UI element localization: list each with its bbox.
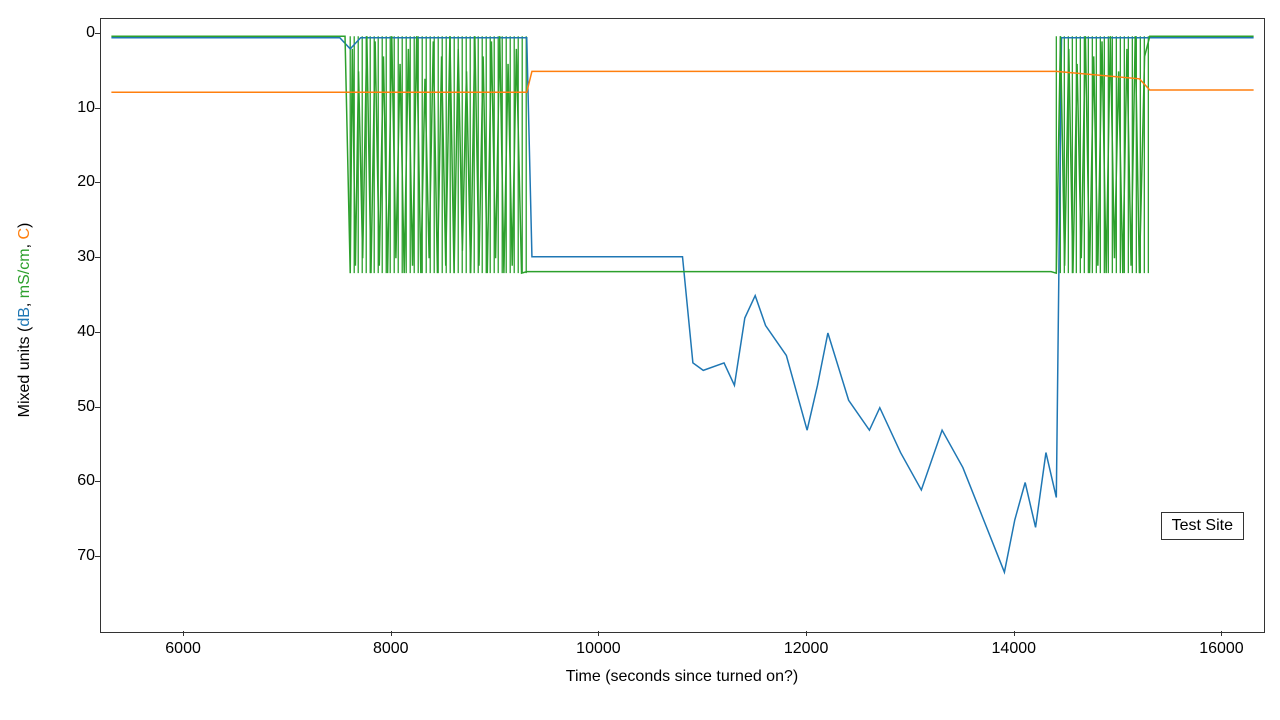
x-tick: 8000	[373, 640, 409, 658]
x-tick: 12000	[784, 640, 829, 658]
x-tick: 16000	[1199, 640, 1244, 658]
x-tick: 6000	[165, 640, 201, 658]
x-tick: 14000	[992, 640, 1037, 658]
x-axis-label: Time (seconds since turned on?)	[566, 668, 798, 686]
y-tick: 20	[65, 173, 95, 191]
x-tick: 10000	[576, 640, 621, 658]
y-tick: 70	[65, 547, 95, 565]
y-tick: 40	[65, 323, 95, 341]
legend-label: Test Site	[1172, 517, 1233, 534]
y-tick: 60	[65, 472, 95, 490]
series-dB	[111, 38, 1253, 573]
plot-area: Test Site	[100, 18, 1265, 633]
legend: Test Site	[1161, 512, 1244, 540]
y-tick: 50	[65, 398, 95, 416]
y-tick: 10	[65, 99, 95, 117]
y-tick: 30	[65, 248, 95, 266]
chart-lines	[101, 19, 1264, 632]
y-tick: 0	[65, 24, 95, 42]
y-axis-label: Mixed units (dB, mS/cm, C)	[16, 223, 34, 418]
series-C	[111, 71, 1253, 92]
